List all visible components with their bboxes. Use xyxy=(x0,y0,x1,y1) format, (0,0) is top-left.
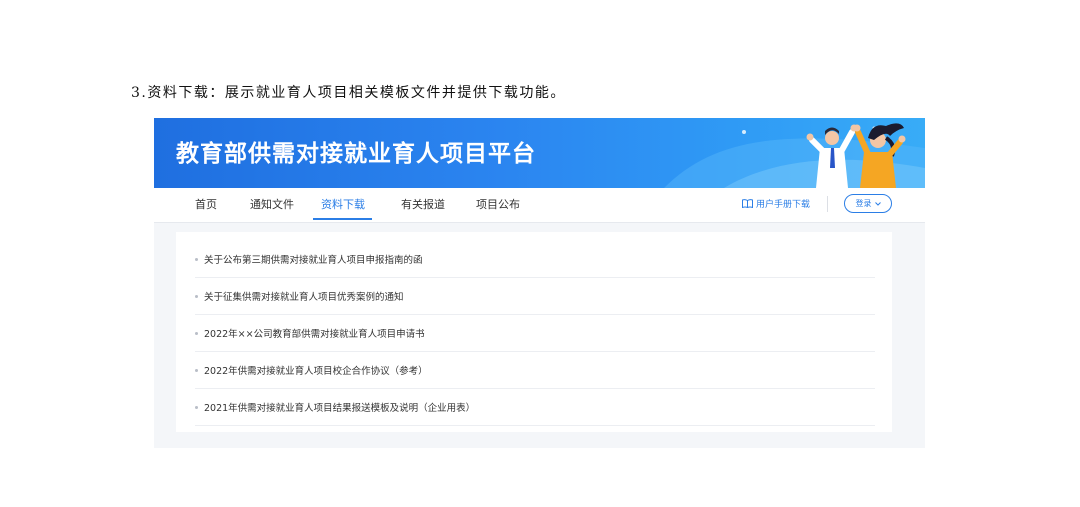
login-label: 登录 xyxy=(855,199,872,208)
nav-item-reports[interactable]: 有关报道 xyxy=(401,196,445,212)
download-item[interactable]: 关于公布第三期供需对接就业育人项目申报指南的函 xyxy=(195,241,875,278)
active-tab-indicator xyxy=(313,218,372,220)
manual-download-link[interactable]: 用户手册下载 xyxy=(742,197,810,210)
download-item[interactable]: 2022年××公司教育部供需对接就业育人项目申请书 xyxy=(195,315,875,352)
download-item[interactable]: 2021年供需对接就业育人项目结果报送模板及说明（企业用表） xyxy=(195,389,875,426)
platform-screenshot: 教育部供需对接就业育人项目平台 首页 通知文件 资料下载 有关报道 项目公布 用… xyxy=(154,118,925,448)
nav-item-announcements[interactable]: 项目公布 xyxy=(476,196,520,212)
download-item-title: 2022年供需对接就业育人项目校企合作协议（参考） xyxy=(204,366,428,377)
bullet-dot xyxy=(195,369,198,372)
bullet-dot xyxy=(195,406,198,409)
platform-title: 教育部供需对接就业育人项目平台 xyxy=(176,141,536,167)
bullet-dot xyxy=(195,258,198,261)
chevron-down-icon xyxy=(874,201,881,206)
login-button[interactable]: 登录 xyxy=(844,194,892,213)
main-nav: 首页 通知文件 资料下载 有关报道 项目公布 用户手册下载 登录 xyxy=(154,188,925,223)
download-item-title: 2022年××公司教育部供需对接就业育人项目申请书 xyxy=(204,329,425,340)
manual-download-label: 用户手册下载 xyxy=(756,200,811,210)
high-five-illustration xyxy=(664,123,925,188)
book-icon xyxy=(742,199,753,208)
download-item-title: 关于征集供需对接就业育人项目优秀案例的通知 xyxy=(204,292,404,303)
download-item-title: 2021年供需对接就业育人项目结果报送模板及说明（企业用表） xyxy=(204,403,476,414)
bullet-dot xyxy=(195,332,198,335)
header-banner: 教育部供需对接就业育人项目平台 xyxy=(154,118,925,188)
bullet-dot xyxy=(195,295,198,298)
nav-item-notices[interactable]: 通知文件 xyxy=(250,196,294,212)
download-item-title: 关于公布第三期供需对接就业育人项目申报指南的函 xyxy=(204,255,423,266)
download-item[interactable]: 2022年供需对接就业育人项目校企合作协议（参考） xyxy=(195,352,875,389)
download-item[interactable]: 关于征集供需对接就业育人项目优秀案例的通知 xyxy=(195,278,875,315)
nav-item-downloads[interactable]: 资料下载 xyxy=(321,196,365,212)
document-page: 3.资料下载：展示就业育人项目相关模板文件并提供下载功能。 教育部供需对接就业育… xyxy=(0,0,1080,507)
nav-divider xyxy=(827,196,828,212)
nav-item-home[interactable]: 首页 xyxy=(195,196,217,212)
section-caption: 3.资料下载：展示就业育人项目相关模板文件并提供下载功能。 xyxy=(131,85,566,101)
download-list-card: 关于公布第三期供需对接就业育人项目申报指南的函 关于征集供需对接就业育人项目优秀… xyxy=(176,232,892,432)
